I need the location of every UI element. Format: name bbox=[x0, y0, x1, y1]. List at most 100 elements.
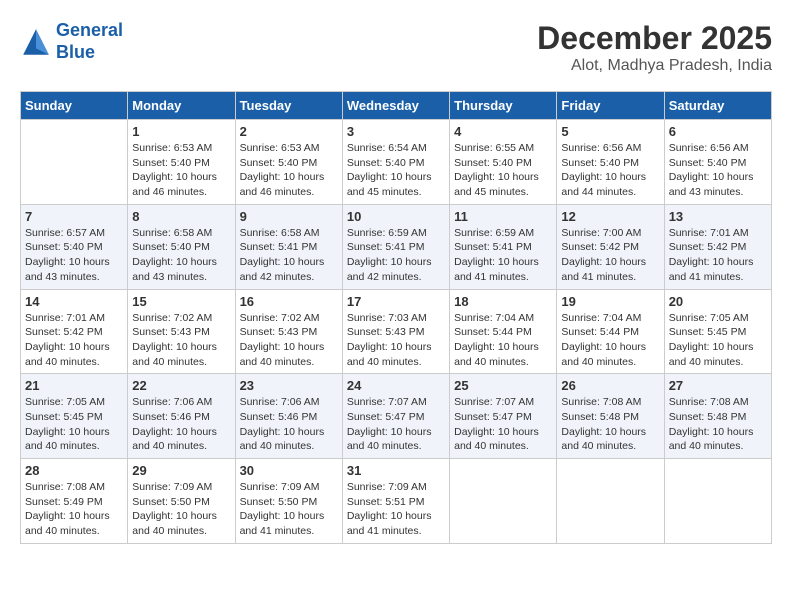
header-row: SundayMondayTuesdayWednesdayThursdayFrid… bbox=[21, 92, 772, 120]
day-cell: 20 Sunrise: 7:05 AM Sunset: 5:45 PM Dayli… bbox=[664, 289, 771, 374]
day-number: 11 bbox=[454, 209, 552, 224]
day-info: Sunrise: 7:00 AM Sunset: 5:42 PM Dayligh… bbox=[561, 226, 659, 285]
day-cell: 26 Sunrise: 7:08 AM Sunset: 5:48 PM Dayli… bbox=[557, 374, 664, 459]
day-info: Sunrise: 6:56 AM Sunset: 5:40 PM Dayligh… bbox=[669, 141, 767, 200]
day-cell: 16 Sunrise: 7:02 AM Sunset: 5:43 PM Dayli… bbox=[235, 289, 342, 374]
day-number: 21 bbox=[25, 378, 123, 393]
day-info: Sunrise: 7:05 AM Sunset: 5:45 PM Dayligh… bbox=[25, 395, 123, 454]
day-info: Sunrise: 7:06 AM Sunset: 5:46 PM Dayligh… bbox=[132, 395, 230, 454]
day-number: 2 bbox=[240, 124, 338, 139]
day-number: 28 bbox=[25, 463, 123, 478]
day-cell bbox=[21, 120, 128, 205]
day-cell: 9 Sunrise: 6:58 AM Sunset: 5:41 PM Daylig… bbox=[235, 204, 342, 289]
day-number: 7 bbox=[25, 209, 123, 224]
calendar-body: 1Sunrise: 6:53 AM Sunset: 5:40 PM Daylig… bbox=[21, 120, 772, 544]
day-info: Sunrise: 6:53 AM Sunset: 5:40 PM Dayligh… bbox=[132, 141, 230, 200]
day-cell: 1Sunrise: 6:53 AM Sunset: 5:40 PM Daylig… bbox=[128, 120, 235, 205]
week-row-5: 28Sunrise: 7:08 AM Sunset: 5:49 PM Dayli… bbox=[21, 459, 772, 544]
day-cell: 8 Sunrise: 6:58 AM Sunset: 5:40 PM Daylig… bbox=[128, 204, 235, 289]
day-header-friday: Friday bbox=[557, 92, 664, 120]
day-number: 22 bbox=[132, 378, 230, 393]
day-cell: 11 Sunrise: 6:59 AM Sunset: 5:41 PM Dayli… bbox=[450, 204, 557, 289]
logo-line1: General bbox=[56, 20, 123, 40]
day-number: 26 bbox=[561, 378, 659, 393]
day-number: 4 bbox=[454, 124, 552, 139]
location-title: Alot, Madhya Pradesh, India bbox=[537, 57, 772, 75]
day-info: Sunrise: 7:02 AM Sunset: 5:43 PM Dayligh… bbox=[240, 311, 338, 370]
day-info: Sunrise: 7:06 AM Sunset: 5:46 PM Dayligh… bbox=[240, 395, 338, 454]
day-number: 5 bbox=[561, 124, 659, 139]
day-cell: 19Sunrise: 7:04 AM Sunset: 5:44 PM Dayli… bbox=[557, 289, 664, 374]
day-info: Sunrise: 7:02 AM Sunset: 5:43 PM Dayligh… bbox=[132, 311, 230, 370]
day-info: Sunrise: 7:05 AM Sunset: 5:45 PM Dayligh… bbox=[669, 311, 767, 370]
day-info: Sunrise: 6:58 AM Sunset: 5:40 PM Dayligh… bbox=[132, 226, 230, 285]
day-number: 3 bbox=[347, 124, 445, 139]
logo-line2: Blue bbox=[56, 42, 95, 62]
day-info: Sunrise: 7:01 AM Sunset: 5:42 PM Dayligh… bbox=[25, 311, 123, 370]
day-cell bbox=[557, 459, 664, 544]
day-header-tuesday: Tuesday bbox=[235, 92, 342, 120]
day-info: Sunrise: 6:56 AM Sunset: 5:40 PM Dayligh… bbox=[561, 141, 659, 200]
day-info: Sunrise: 6:58 AM Sunset: 5:41 PM Dayligh… bbox=[240, 226, 338, 285]
day-info: Sunrise: 7:04 AM Sunset: 5:44 PM Dayligh… bbox=[561, 311, 659, 370]
day-number: 29 bbox=[132, 463, 230, 478]
day-header-saturday: Saturday bbox=[664, 92, 771, 120]
day-number: 14 bbox=[25, 294, 123, 309]
day-cell: 29 Sunrise: 7:09 AM Sunset: 5:50 PM Dayli… bbox=[128, 459, 235, 544]
day-info: Sunrise: 6:57 AM Sunset: 5:40 PM Dayligh… bbox=[25, 226, 123, 285]
week-row-2: 7 Sunrise: 6:57 AM Sunset: 5:40 PM Daylig… bbox=[21, 204, 772, 289]
day-cell bbox=[450, 459, 557, 544]
day-header-wednesday: Wednesday bbox=[342, 92, 449, 120]
day-info: Sunrise: 7:08 AM Sunset: 5:48 PM Dayligh… bbox=[561, 395, 659, 454]
day-header-sunday: Sunday bbox=[21, 92, 128, 120]
day-cell: 15 Sunrise: 7:02 AM Sunset: 5:43 PM Dayli… bbox=[128, 289, 235, 374]
day-cell bbox=[664, 459, 771, 544]
day-info: Sunrise: 7:08 AM Sunset: 5:48 PM Dayligh… bbox=[669, 395, 767, 454]
day-cell: 25 Sunrise: 7:07 AM Sunset: 5:47 PM Dayli… bbox=[450, 374, 557, 459]
day-number: 16 bbox=[240, 294, 338, 309]
day-info: Sunrise: 7:09 AM Sunset: 5:50 PM Dayligh… bbox=[240, 480, 338, 539]
day-info: Sunrise: 7:01 AM Sunset: 5:42 PM Dayligh… bbox=[669, 226, 767, 285]
day-info: Sunrise: 7:09 AM Sunset: 5:51 PM Dayligh… bbox=[347, 480, 445, 539]
day-number: 9 bbox=[240, 209, 338, 224]
day-info: Sunrise: 7:07 AM Sunset: 5:47 PM Dayligh… bbox=[454, 395, 552, 454]
day-info: Sunrise: 7:04 AM Sunset: 5:44 PM Dayligh… bbox=[454, 311, 552, 370]
day-number: 25 bbox=[454, 378, 552, 393]
day-cell: 21 Sunrise: 7:05 AM Sunset: 5:45 PM Dayli… bbox=[21, 374, 128, 459]
day-cell: 2 Sunrise: 6:53 AM Sunset: 5:40 PM Daylig… bbox=[235, 120, 342, 205]
day-info: Sunrise: 6:54 AM Sunset: 5:40 PM Dayligh… bbox=[347, 141, 445, 200]
day-number: 23 bbox=[240, 378, 338, 393]
day-info: Sunrise: 7:07 AM Sunset: 5:47 PM Dayligh… bbox=[347, 395, 445, 454]
day-header-thursday: Thursday bbox=[450, 92, 557, 120]
day-number: 6 bbox=[669, 124, 767, 139]
week-row-3: 14 Sunrise: 7:01 AM Sunset: 5:42 PM Dayli… bbox=[21, 289, 772, 374]
day-cell: 23 Sunrise: 7:06 AM Sunset: 5:46 PM Dayli… bbox=[235, 374, 342, 459]
day-info: Sunrise: 7:09 AM Sunset: 5:50 PM Dayligh… bbox=[132, 480, 230, 539]
day-number: 31 bbox=[347, 463, 445, 478]
day-cell: 12Sunrise: 7:00 AM Sunset: 5:42 PM Dayli… bbox=[557, 204, 664, 289]
day-number: 20 bbox=[669, 294, 767, 309]
day-info: Sunrise: 6:53 AM Sunset: 5:40 PM Dayligh… bbox=[240, 141, 338, 200]
day-number: 8 bbox=[132, 209, 230, 224]
day-number: 24 bbox=[347, 378, 445, 393]
day-number: 10 bbox=[347, 209, 445, 224]
day-cell: 30 Sunrise: 7:09 AM Sunset: 5:50 PM Dayli… bbox=[235, 459, 342, 544]
day-cell: 7 Sunrise: 6:57 AM Sunset: 5:40 PM Daylig… bbox=[21, 204, 128, 289]
day-cell: 4Sunrise: 6:55 AM Sunset: 5:40 PM Daylig… bbox=[450, 120, 557, 205]
title-area: December 2025 Alot, Madhya Pradesh, Indi… bbox=[537, 20, 772, 75]
day-cell: 31 Sunrise: 7:09 AM Sunset: 5:51 PM Dayli… bbox=[342, 459, 449, 544]
day-cell: 5 Sunrise: 6:56 AM Sunset: 5:40 PM Daylig… bbox=[557, 120, 664, 205]
logo: General Blue bbox=[20, 20, 123, 63]
calendar-header: SundayMondayTuesdayWednesdayThursdayFrid… bbox=[21, 92, 772, 120]
day-cell: 22 Sunrise: 7:06 AM Sunset: 5:46 PM Dayli… bbox=[128, 374, 235, 459]
day-cell: 18 Sunrise: 7:04 AM Sunset: 5:44 PM Dayli… bbox=[450, 289, 557, 374]
logo-icon bbox=[20, 26, 52, 58]
calendar: SundayMondayTuesdayWednesdayThursdayFrid… bbox=[20, 91, 772, 544]
day-number: 18 bbox=[454, 294, 552, 309]
day-number: 15 bbox=[132, 294, 230, 309]
day-number: 30 bbox=[240, 463, 338, 478]
day-cell: 10 Sunrise: 6:59 AM Sunset: 5:41 PM Dayli… bbox=[342, 204, 449, 289]
day-info: Sunrise: 6:59 AM Sunset: 5:41 PM Dayligh… bbox=[454, 226, 552, 285]
day-info: Sunrise: 6:59 AM Sunset: 5:41 PM Dayligh… bbox=[347, 226, 445, 285]
day-number: 13 bbox=[669, 209, 767, 224]
